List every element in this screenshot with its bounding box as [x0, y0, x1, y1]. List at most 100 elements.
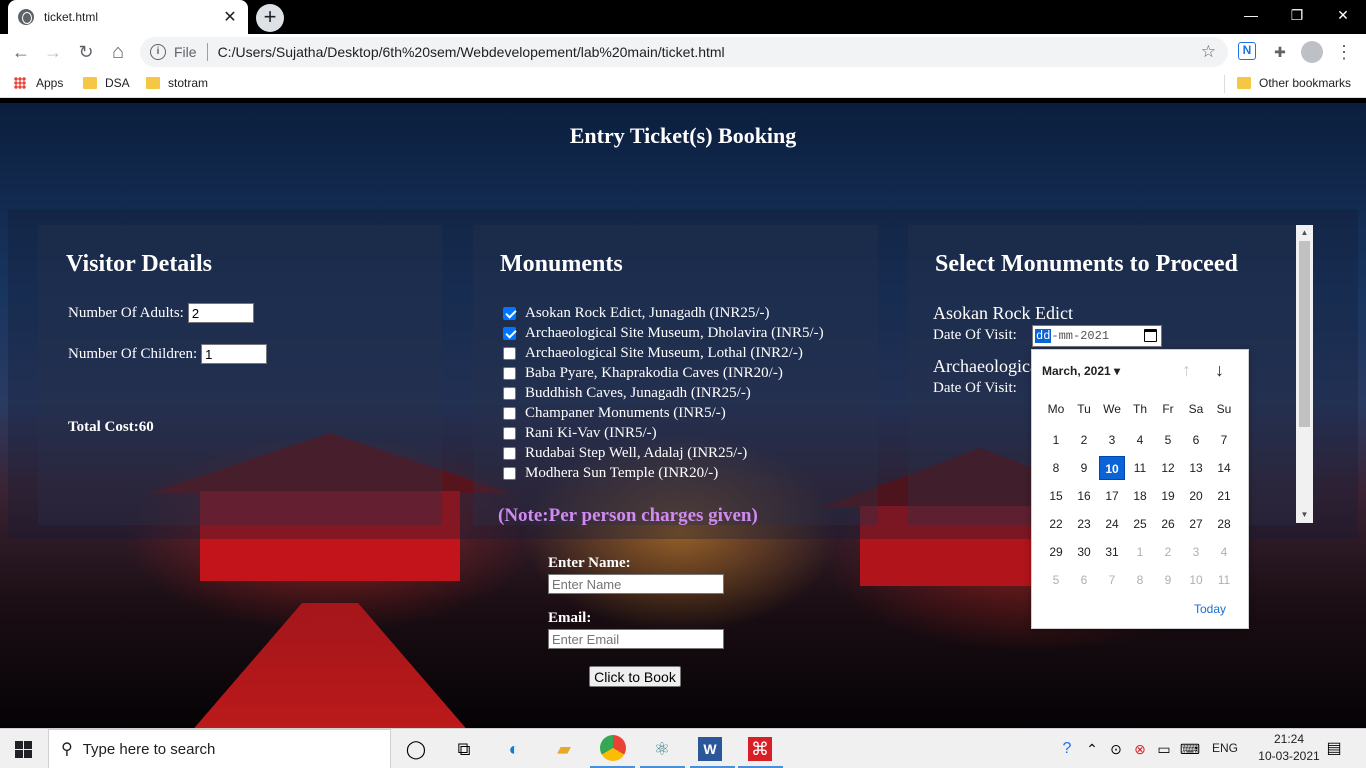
windows-start-icon[interactable]	[15, 741, 32, 758]
close-window-button[interactable]: ✕	[1320, 0, 1366, 30]
calendar-day[interactable]: 21	[1211, 484, 1237, 508]
bookmark-other[interactable]: Other bookmarks	[1237, 76, 1351, 90]
calendar-day[interactable]: 5	[1155, 428, 1181, 452]
calendar-day[interactable]: 13	[1183, 456, 1209, 480]
monument-item[interactable]: Rani Ki-Vav (INR5/-)	[503, 423, 657, 443]
panel-scrollbar[interactable]: ▲ ▼	[1296, 225, 1313, 523]
reload-icon[interactable]: ↻	[75, 41, 97, 63]
calendar-day[interactable]: 18	[1127, 484, 1153, 508]
date-year-segment[interactable]: 2021	[1080, 329, 1109, 343]
network-disconnected-icon[interactable]: ⊗	[1128, 737, 1152, 761]
calendar-day[interactable]: 16	[1071, 484, 1097, 508]
monument-checkbox[interactable]	[503, 366, 516, 380]
extension-n-icon[interactable]: N	[1238, 42, 1256, 60]
calendar-day[interactable]: 23	[1071, 512, 1097, 536]
monument-item[interactable]: Rudabai Step Well, Adalaj (INR25/-)	[503, 443, 747, 463]
bookmark-dsa[interactable]: DSA	[83, 76, 130, 90]
calendar-day[interactable]: 6	[1071, 568, 1097, 592]
calendar-day[interactable]: 30	[1071, 540, 1097, 564]
calendar-icon[interactable]	[1144, 329, 1157, 342]
bookmark-stotram[interactable]: stotram	[146, 76, 208, 90]
date-day-segment[interactable]: dd	[1035, 329, 1052, 343]
calendar-day[interactable]: 20	[1183, 484, 1209, 508]
calendar-day[interactable]: 10	[1099, 456, 1125, 480]
atom-icon[interactable]: ⚛	[650, 737, 674, 761]
calendar-day[interactable]: 2	[1155, 540, 1181, 564]
minimize-button[interactable]: —	[1228, 0, 1274, 30]
calendar-day[interactable]: 8	[1127, 568, 1153, 592]
monument-checkbox[interactable]	[503, 406, 516, 420]
book-button[interactable]: Click to Book	[589, 666, 681, 687]
calendar-day[interactable]: 1	[1127, 540, 1153, 564]
bookmark-star-icon[interactable]: ☆	[1201, 42, 1216, 62]
email-input[interactable]	[548, 629, 724, 649]
new-tab-button[interactable]: +	[256, 4, 284, 32]
previous-month-arrow-icon[interactable]: ↑	[1182, 360, 1191, 381]
monument-checkbox[interactable]	[503, 466, 516, 480]
calendar-day[interactable]: 27	[1183, 512, 1209, 536]
children-input[interactable]	[201, 344, 268, 364]
calendar-day[interactable]: 22	[1043, 512, 1069, 536]
calendar-day[interactable]: 1	[1043, 428, 1069, 452]
monument-item[interactable]: Asokan Rock Edict, Junagadh (INR25/-)	[503, 303, 770, 323]
calendar-day[interactable]: 15	[1043, 484, 1069, 508]
monument-checkbox[interactable]	[503, 306, 516, 320]
calendar-day[interactable]: 11	[1127, 456, 1153, 480]
next-month-arrow-icon[interactable]: ↓	[1215, 360, 1224, 381]
visit-date-input[interactable]: dd - mm - 2021	[1032, 325, 1162, 347]
monument-item[interactable]: Champaner Monuments (INR5/-)	[503, 403, 726, 423]
scroll-up-arrow-icon[interactable]: ▲	[1296, 225, 1313, 241]
monument-item[interactable]: Buddhish Caves, Junagadh (INR25/-)	[503, 383, 751, 403]
calendar-day[interactable]: 2	[1071, 428, 1097, 452]
url-text[interactable]: C:/Users/Sujatha/Desktop/6th%20sem/Webde…	[218, 44, 725, 60]
help-icon[interactable]: ?	[1055, 737, 1079, 761]
scroll-down-arrow-icon[interactable]: ▼	[1296, 507, 1313, 523]
calendar-day[interactable]: 19	[1155, 484, 1181, 508]
notifications-icon[interactable]: ▤	[1322, 737, 1346, 761]
date-month-segment[interactable]: mm	[1059, 329, 1073, 343]
forward-icon[interactable]: →	[42, 41, 64, 63]
monument-item[interactable]: Archaeological Site Museum, Dholavira (I…	[503, 323, 824, 343]
back-icon[interactable]: ←	[10, 41, 32, 63]
clock-time[interactable]: 21:24	[1258, 732, 1320, 746]
calendar-day[interactable]: 25	[1127, 512, 1153, 536]
address-bar[interactable]: i File C:/Users/Sujatha/Desktop/6th%20se…	[140, 37, 1228, 67]
adults-input[interactable]	[187, 303, 254, 323]
home-icon[interactable]: ⌂	[107, 41, 129, 63]
calendar-day[interactable]: 17	[1099, 484, 1125, 508]
pdf-reader-icon[interactable]: ⌘	[748, 737, 772, 761]
calendar-day[interactable]: 3	[1099, 428, 1125, 452]
battery-icon[interactable]: ▭	[1152, 737, 1176, 761]
profile-avatar[interactable]	[1301, 41, 1323, 63]
calendar-day[interactable]: 5	[1043, 568, 1069, 592]
monument-item[interactable]: Baba Pyare, Khaprakodia Caves (INR20/-)	[503, 363, 783, 383]
calendar-day[interactable]: 11	[1211, 568, 1237, 592]
calendar-day[interactable]: 4	[1211, 540, 1237, 564]
keyboard-icon[interactable]: ⌨	[1178, 737, 1202, 761]
monument-checkbox[interactable]	[503, 326, 516, 340]
calendar-day[interactable]: 8	[1043, 456, 1069, 480]
calendar-day[interactable]: 31	[1099, 540, 1125, 564]
calendar-day[interactable]: 10	[1183, 568, 1209, 592]
word-icon[interactable]: W	[698, 737, 722, 761]
edge-icon[interactable]: ◐	[502, 737, 526, 761]
calendar-day[interactable]: 28	[1211, 512, 1237, 536]
close-tab-icon[interactable]: ✕	[222, 7, 238, 27]
extensions-puzzle-icon[interactable]: ✚	[1270, 42, 1290, 62]
calendar-day[interactable]: 14	[1211, 456, 1237, 480]
monument-checkbox[interactable]	[503, 426, 516, 440]
monument-checkbox[interactable]	[503, 446, 516, 460]
monument-item[interactable]: Modhera Sun Temple (INR20/-)	[503, 463, 718, 483]
onedrive-icon[interactable]: ⊙	[1104, 737, 1128, 761]
taskbar-search-box[interactable]: ⚲ Type here to search	[48, 729, 391, 768]
calendar-day[interactable]: 9	[1071, 456, 1097, 480]
restore-button[interactable]: ❐	[1274, 0, 1320, 30]
monument-checkbox[interactable]	[503, 386, 516, 400]
calendar-day[interactable]: 7	[1099, 568, 1125, 592]
calendar-day[interactable]: 7	[1211, 428, 1237, 452]
calendar-day[interactable]: 12	[1155, 456, 1181, 480]
bookmark-apps[interactable]: Apps	[14, 76, 63, 90]
chrome-taskbar-icon[interactable]	[600, 735, 626, 761]
today-button[interactable]: Today	[1194, 602, 1226, 616]
calendar-day[interactable]: 6	[1183, 428, 1209, 452]
